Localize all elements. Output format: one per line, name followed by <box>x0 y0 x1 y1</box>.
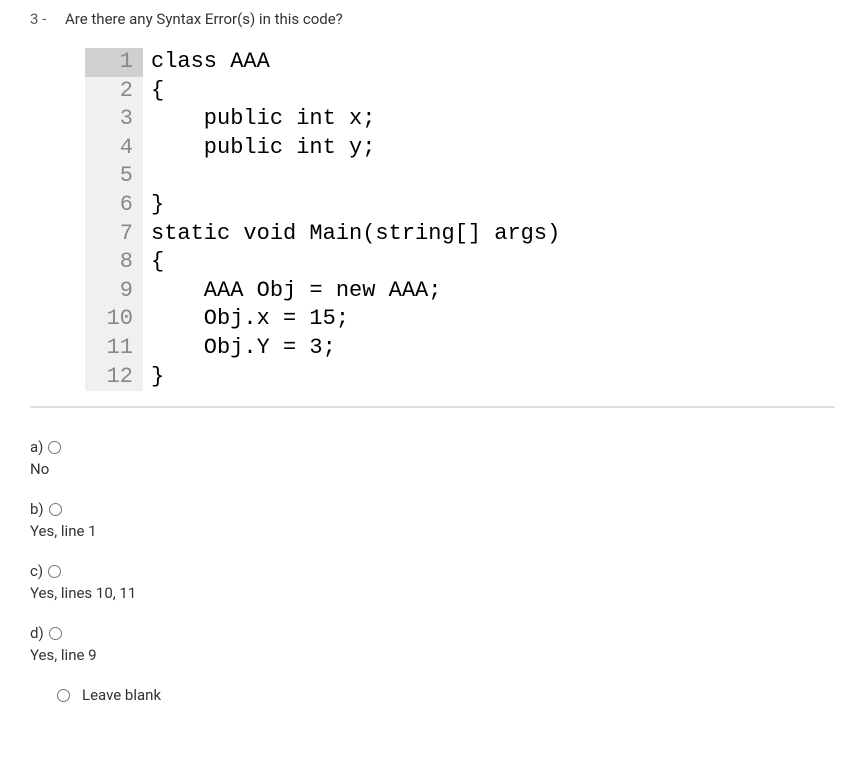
option-label-row[interactable]: d) <box>30 624 835 642</box>
option-letter: c) <box>30 562 43 580</box>
line-content: Obj.x = 15; <box>143 305 349 334</box>
option-label-row[interactable]: c) <box>30 562 835 580</box>
option-text: Yes, line 9 <box>30 646 835 664</box>
line-content: { <box>143 77 164 106</box>
option-radio[interactable] <box>48 441 61 454</box>
option-text: Yes, line 1 <box>30 522 835 540</box>
line-content <box>143 162 151 191</box>
line-number: 4 <box>85 134 143 163</box>
question-number: 3 - <box>30 10 65 28</box>
option-letter: b) <box>30 500 44 518</box>
option-letter: a) <box>30 438 43 456</box>
line-content: AAA Obj = new AAA; <box>143 277 441 306</box>
option-text: Yes, lines 10, 11 <box>30 584 835 602</box>
line-number: 8 <box>85 248 143 277</box>
code-line: 5 <box>85 162 660 191</box>
line-number: 7 <box>85 220 143 249</box>
question-header: 3 - Are there any Syntax Error(s) in thi… <box>30 10 835 28</box>
option-label-row[interactable]: b) <box>30 500 835 518</box>
line-number: 6 <box>85 191 143 220</box>
line-content: static void Main(string[] args) <box>143 220 560 249</box>
option-letter: d) <box>30 624 44 642</box>
leave-blank-label: Leave blank <box>82 686 161 704</box>
code-line: 1class AAA <box>85 48 660 77</box>
code-line: 8{ <box>85 248 660 277</box>
line-content: { <box>143 248 164 277</box>
line-content: class AAA <box>143 48 270 77</box>
line-number: 3 <box>85 105 143 134</box>
leave-blank-radio[interactable] <box>57 689 70 702</box>
line-number: 2 <box>85 77 143 106</box>
option-group: a) No <box>30 438 835 478</box>
code-line: 6} <box>85 191 660 220</box>
code-line: 12} <box>85 363 660 392</box>
option-radio[interactable] <box>49 627 62 640</box>
options-container: a) No b) Yes, line 1 c) Yes, lines 10, 11 d) Ye… <box>30 438 835 664</box>
line-content: public int y; <box>143 134 375 163</box>
line-content: } <box>143 363 164 392</box>
code-line: 7static void Main(string[] args) <box>85 220 660 249</box>
line-number: 9 <box>85 277 143 306</box>
question-text: Are there any Syntax Error(s) in this co… <box>65 10 343 28</box>
code-line: 2{ <box>85 77 660 106</box>
code-block: 1class AAA2{3 public int x;4 public int … <box>85 48 660 391</box>
option-group: c) Yes, lines 10, 11 <box>30 562 835 602</box>
option-radio[interactable] <box>48 565 61 578</box>
line-number: 11 <box>85 334 143 363</box>
line-number: 10 <box>85 305 143 334</box>
line-content: Obj.Y = 3; <box>143 334 336 363</box>
line-number: 1 <box>85 48 143 77</box>
option-radio[interactable] <box>49 503 62 516</box>
line-content: } <box>143 191 164 220</box>
option-group: b) Yes, line 1 <box>30 500 835 540</box>
code-line: 10 Obj.x = 15; <box>85 305 660 334</box>
line-number: 12 <box>85 363 143 392</box>
code-line: 9 AAA Obj = new AAA; <box>85 277 660 306</box>
separator <box>30 406 835 408</box>
leave-blank-option[interactable]: Leave blank <box>55 686 835 704</box>
code-line: 4 public int y; <box>85 134 660 163</box>
option-label-row[interactable]: a) <box>30 438 835 456</box>
code-line: 11 Obj.Y = 3; <box>85 334 660 363</box>
line-content: public int x; <box>143 105 375 134</box>
option-text: No <box>30 460 835 478</box>
code-line: 3 public int x; <box>85 105 660 134</box>
line-number: 5 <box>85 162 143 191</box>
option-group: d) Yes, line 9 <box>30 624 835 664</box>
